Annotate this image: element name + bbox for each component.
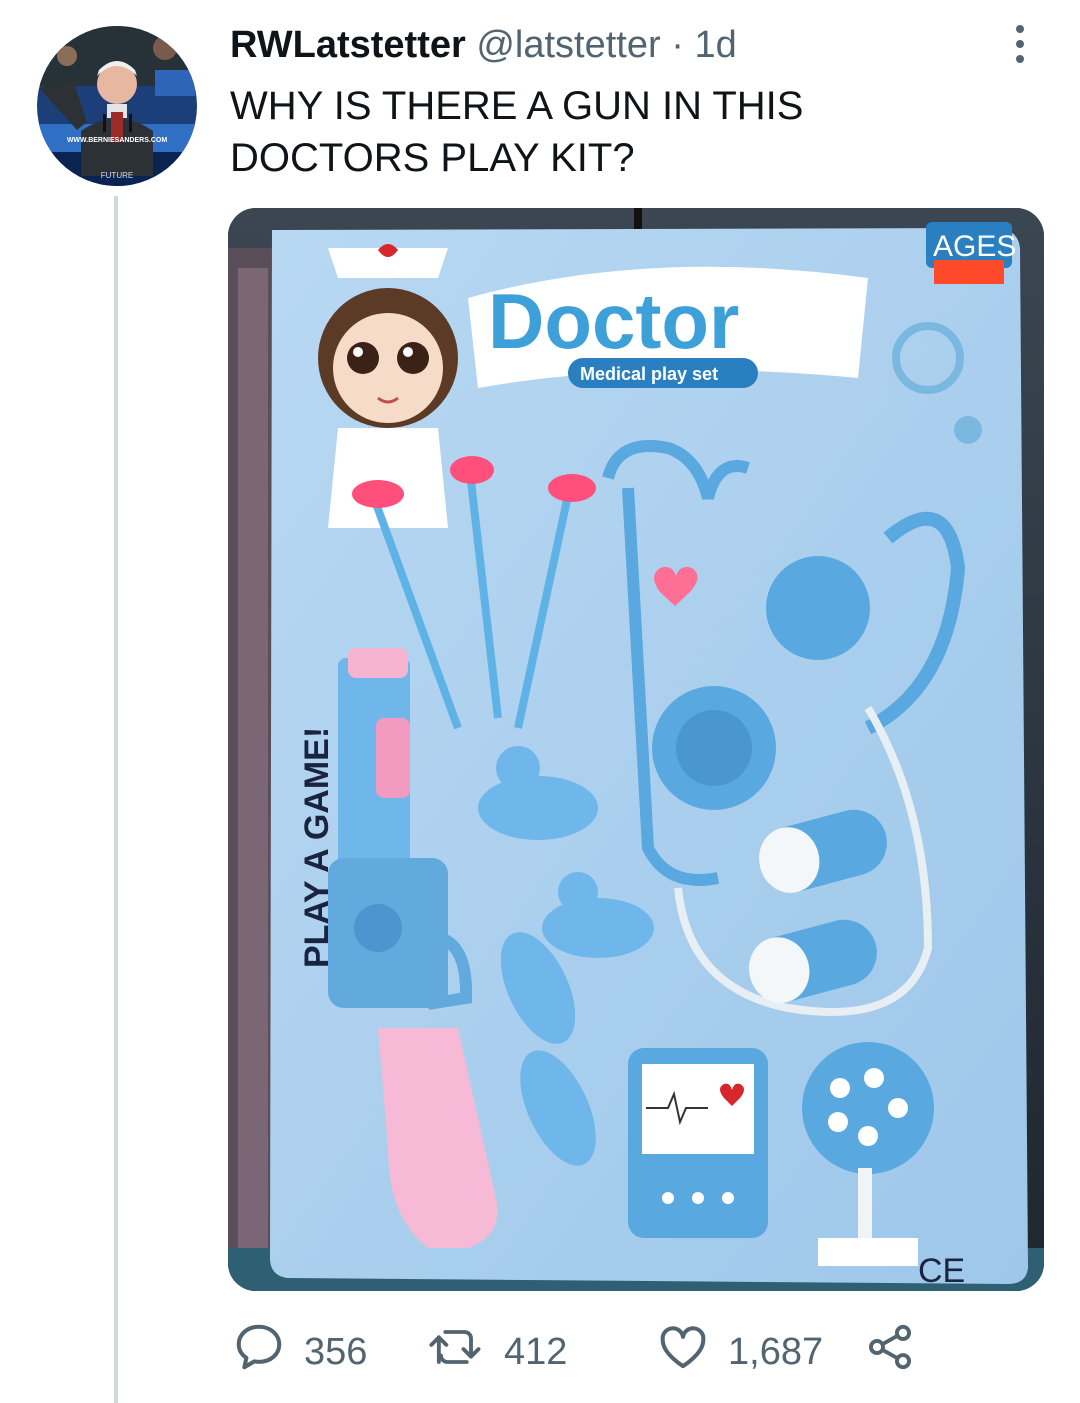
avatar-footer-text: FUTURE <box>101 171 133 180</box>
like-icon <box>656 1320 710 1384</box>
display-name[interactable]: RWLatstetter <box>230 24 466 66</box>
toy-kit-photo: Doctor Medical play set AGES PLAY A GAME… <box>228 208 1044 1291</box>
retweet-count: 412 <box>504 1330 568 1373</box>
like-button[interactable]: 1,687 <box>656 1322 823 1382</box>
thread-line <box>114 196 118 1403</box>
tweet-text: WHY IS THERE A GUN IN THIS DOCTORS PLAY … <box>230 80 990 184</box>
avatar-image: WWW.BERNIESANDERS.COM FUTURE <box>37 26 197 186</box>
tweet-action-bar: 356 412 1,687 <box>228 1322 948 1382</box>
handle[interactable]: @latstetter <box>476 24 660 66</box>
like-count: 1,687 <box>728 1330 824 1373</box>
tweet-media-image[interactable]: Doctor Medical play set AGES PLAY A GAME… <box>228 208 1044 1291</box>
package-title: Doctor <box>488 277 739 365</box>
timestamp[interactable]: 1d <box>694 24 736 66</box>
tweet-header: RWLatstetter @latstetter · 1d <box>230 22 737 68</box>
tweet-text-line: WHY IS THERE A GUN IN THIS <box>230 84 804 128</box>
retweet-button[interactable]: 412 <box>426 1322 567 1382</box>
avatar-banner-text: WWW.BERNIESANDERS.COM <box>67 137 168 144</box>
package-logo: Doctor Medical play set <box>468 266 868 388</box>
ce-mark: CE <box>918 1252 965 1290</box>
reply-button[interactable]: 356 <box>232 1322 367 1382</box>
retweet-icon <box>426 1320 486 1384</box>
package-subtitle: Medical play set <box>580 364 718 384</box>
tweet-text-line: DOCTORS PLAY KIT? <box>230 136 635 180</box>
toy-monitor <box>628 1048 768 1238</box>
separator: · <box>671 24 684 66</box>
reply-count: 356 <box>304 1330 368 1373</box>
reply-icon <box>232 1320 286 1384</box>
more-icon[interactable] <box>996 20 1044 68</box>
avatar[interactable]: WWW.BERNIESANDERS.COM FUTURE <box>37 26 197 186</box>
share-button[interactable] <box>864 1322 916 1382</box>
share-icon <box>864 1321 916 1383</box>
ages-label: AGES <box>933 230 1016 263</box>
